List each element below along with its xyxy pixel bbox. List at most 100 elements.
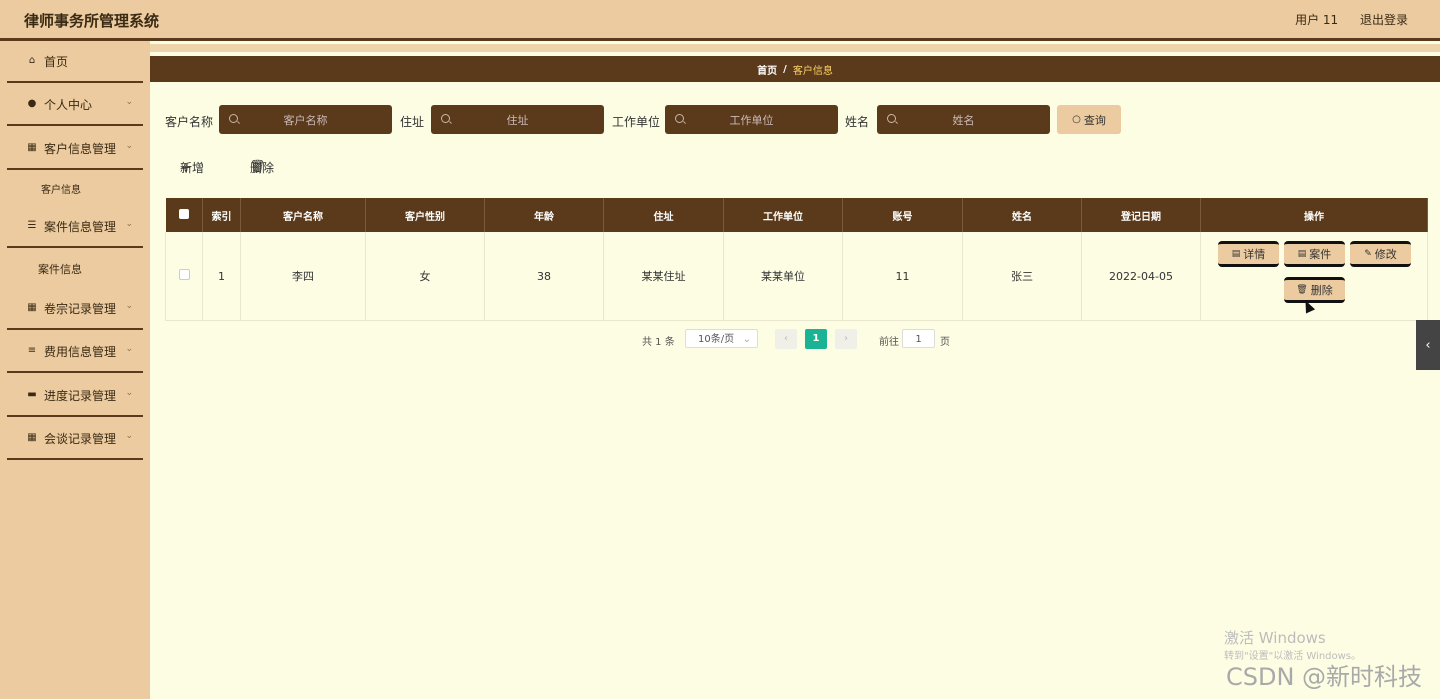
case-button[interactable]: ▤ 案件 <box>1284 241 1345 267</box>
column-header: 年龄 <box>484 198 604 232</box>
customer-name-input[interactable]: 客户名称 <box>219 105 392 134</box>
cell-date: 2022-04-05 <box>1081 232 1201 321</box>
table-row: 1 李四 女 38 某某住址 某某单位 11 张三 2022-04-05 ▤ 详情… <box>165 232 1428 321</box>
chevron-left-icon: ‹ <box>784 333 788 344</box>
sidebar-subitem-customer-info[interactable]: 客户信息 <box>41 181 81 196</box>
column-header: 客户性别 <box>365 198 485 232</box>
column-header: 工作单位 <box>723 198 843 232</box>
case-button-label: 案件 <box>1309 248 1332 261</box>
sidebar-item-label: 卷宗记录管理 <box>44 301 117 316</box>
goto-page-input[interactable]: 1 <box>902 329 935 348</box>
user-icon: ● <box>27 98 37 109</box>
chevron-down-icon: ⌄ <box>742 334 751 345</box>
chevron-down-icon: ⌄ <box>125 388 133 398</box>
search-label-name: 姓名 <box>845 115 870 129</box>
cell-address: 某某住址 <box>603 232 724 321</box>
sidebar-subitem-case-info[interactable]: 案件信息 <box>38 261 82 277</box>
goto-label: 前往 <box>879 337 899 348</box>
sidebar-item-home[interactable]: ⌂ 首页 <box>7 41 143 83</box>
detail-button-label: 详情 <box>1243 248 1266 261</box>
sidebar-item-case-management[interactable]: ☰ 案件信息管理 ⌄ <box>7 206 143 248</box>
delete-button-label: 删除 <box>250 161 275 175</box>
cell-gender: 女 <box>365 232 485 321</box>
chevron-down-icon: ⌄ <box>125 219 133 229</box>
app-title: 律师事务所管理系统 <box>24 12 160 30</box>
table-header-row: 索引 客户名称 客户性别 年龄 住址 工作单位 账号 姓名 登记日期 操作 <box>165 198 1428 232</box>
address-input[interactable]: 住址 <box>431 105 604 134</box>
column-header: 住址 <box>603 198 724 232</box>
sidebar-item-label: 进度记录管理 <box>44 388 117 403</box>
breadcrumb-separator: / <box>783 63 787 75</box>
list-icon: ≡ <box>27 345 37 356</box>
detail-button[interactable]: ▤ 详情 <box>1218 241 1279 267</box>
sidebar-item-label: 客户信息管理 <box>44 141 117 156</box>
delete-button[interactable]: 🗑 删除 <box>1284 277 1345 303</box>
search-icon <box>887 114 896 123</box>
logout-link[interactable]: 退出登录 <box>1360 13 1408 27</box>
sidebar-item-progress-management[interactable]: ▬ 进度记录管理 ⌄ <box>7 375 143 417</box>
user-name: 用户 11 <box>1295 13 1339 27</box>
breadcrumb-home[interactable]: 首页 <box>757 62 777 77</box>
sidebar-item-personal-center[interactable]: ● 个人中心 ⌄ <box>7 84 143 126</box>
query-button[interactable]: ○ 查询 <box>1057 105 1121 134</box>
grid-icon: ▦ <box>27 142 37 153</box>
search-label-customer-name: 客户名称 <box>165 115 214 129</box>
search-label-address: 住址 <box>400 115 425 129</box>
name-input[interactable]: 姓名 <box>877 105 1050 134</box>
document-icon: ▤ <box>1297 249 1307 259</box>
delete-button-label: 删除 <box>1310 284 1333 297</box>
sidebar-item-label: 案件信息管理 <box>44 219 117 234</box>
windows-activation-watermark: 激活 Windows <box>1224 629 1326 647</box>
trash-icon: 🗑 <box>1296 285 1308 295</box>
user-area: 用户 11 退出登录 <box>1277 11 1408 28</box>
customer-table: 索引 客户名称 客户性别 年龄 住址 工作单位 账号 姓名 登记日期 操作 1 … <box>165 198 1428 321</box>
home-icon: ⌂ <box>28 55 36 66</box>
chevron-down-icon: ⌄ <box>125 344 133 354</box>
collapse-panel-toggle[interactable]: ‹ <box>1416 320 1440 370</box>
select-all-checkbox[interactable] <box>165 198 203 232</box>
edit-icon: ✎ <box>1364 249 1372 259</box>
search-label-company: 工作单位 <box>612 115 661 129</box>
sidebar-item-dossier-management[interactable]: ▦ 卷宗记录管理 ⌄ <box>7 288 143 330</box>
document-icon: ▤ <box>1231 249 1241 259</box>
row-checkbox[interactable] <box>165 232 203 321</box>
sidebar: ⌂ 首页 ● 个人中心 ⌄ ▦ 客户信息管理 ⌄ 客户信息 ☰ 案件信息管理 ⌄… <box>0 41 150 699</box>
edit-button[interactable]: ✎ 修改 <box>1350 241 1411 267</box>
cell-age: 38 <box>484 232 604 321</box>
add-button-label: 新增 <box>180 161 205 175</box>
column-header: 账号 <box>842 198 963 232</box>
sidebar-item-label: 费用信息管理 <box>44 344 117 359</box>
query-button-label: 查询 <box>1083 113 1106 127</box>
sidebar-item-customer-management[interactable]: ▦ 客户信息管理 ⌄ <box>7 128 143 170</box>
monitor-icon: ▬ <box>27 389 37 400</box>
chevron-right-icon: › <box>844 333 848 344</box>
pagination: 共 1 条 10条/页 ⌄ ‹ 1 › 前往 1 页 <box>150 328 1440 350</box>
input-placeholder: 姓名 <box>952 113 975 127</box>
sidebar-item-meeting-management[interactable]: ▦ 会谈记录管理 ⌄ <box>7 418 143 460</box>
input-placeholder: 客户名称 <box>283 113 328 127</box>
cell-real-name: 张三 <box>962 232 1082 321</box>
sidebar-item-label: 首页 <box>44 54 69 69</box>
goto-suffix: 页 <box>940 337 950 348</box>
column-header: 客户名称 <box>240 198 366 232</box>
row-actions: ▤ 详情 ▤ 案件 ✎ 修改 🗑 删除 <box>1209 241 1419 311</box>
chevron-left-icon: ‹ <box>1425 337 1431 353</box>
sidebar-item-label: 个人中心 <box>44 97 93 112</box>
company-input[interactable]: 工作单位 <box>665 105 838 134</box>
column-header: 登记日期 <box>1081 198 1201 232</box>
page-1-button[interactable]: 1 <box>805 329 827 349</box>
search-icon <box>675 114 684 123</box>
edit-button-label: 修改 <box>1374 248 1397 261</box>
search-icon: ○ <box>1072 114 1081 125</box>
column-header: 姓名 <box>962 198 1082 232</box>
prev-page-button[interactable]: ‹ <box>775 329 797 349</box>
search-icon <box>229 114 238 123</box>
cell-account: 11 <box>842 232 963 321</box>
page-size-select[interactable]: 10条/页 ⌄ <box>685 329 758 348</box>
sidebar-item-fee-management[interactable]: ≡ 费用信息管理 ⌄ <box>7 331 143 373</box>
chevron-down-icon: ⌄ <box>125 301 133 311</box>
next-page-button[interactable]: › <box>835 329 857 349</box>
sidebar-item-label: 会谈记录管理 <box>44 431 117 446</box>
search-icon <box>441 114 450 123</box>
breadcrumb: 首页 / 客户信息 <box>150 56 1440 82</box>
